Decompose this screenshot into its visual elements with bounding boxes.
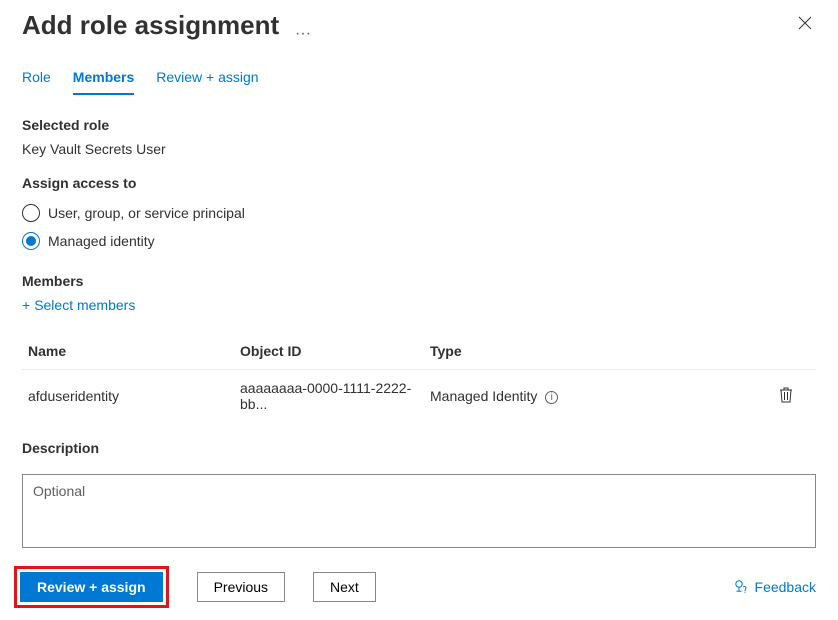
description-label: Description [22,440,816,456]
feedback-text: Feedback [755,579,816,595]
members-table-head: Name Object ID Type [22,313,816,370]
col-object-id: Object ID [240,343,430,359]
feedback-link[interactable]: Feedback [733,578,816,597]
plus-icon: + [22,297,30,313]
radio-icon [22,204,40,222]
next-button[interactable]: Next [313,572,376,602]
table-row: afduseridentity aaaaaaaa-0000-1111-2222-… [22,370,816,422]
review-assign-button[interactable]: Review + assign [20,572,163,602]
delete-icon[interactable] [779,387,793,406]
radio-mi-label: Managed identity [48,233,155,249]
col-type: Type [430,343,756,359]
col-name: Name [22,343,240,359]
tab-members[interactable]: Members [73,69,134,95]
radio-user-group[interactable]: User, group, or service principal [22,199,816,227]
tab-review[interactable]: Review + assign [156,69,258,95]
page-title: Add role assignment [22,10,279,40]
members-label: Members [22,273,816,289]
cell-type: Managed Identity [430,388,537,404]
tab-bar: Role Members Review + assign [0,41,838,95]
assign-access-label: Assign access to [22,175,816,191]
selected-role-value: Key Vault Secrets User [22,141,816,157]
footer: Review + assign Previous Next Feedback [0,554,838,620]
feedback-icon [733,578,749,597]
review-assign-highlight: Review + assign [14,566,169,608]
description-textarea[interactable] [22,474,816,548]
tab-role[interactable]: Role [22,69,51,95]
previous-button[interactable]: Previous [197,572,285,602]
radio-icon [22,232,40,250]
radio-user-label: User, group, or service principal [48,205,245,221]
select-members-text: Select members [34,297,135,313]
cell-object-id: aaaaaaaa-0000-1111-2222-bb... [240,380,430,412]
selected-role-label: Selected role [22,117,816,133]
close-icon[interactable] [794,12,816,39]
info-icon[interactable]: i [545,391,558,404]
select-members-link[interactable]: + Select members [22,297,816,313]
radio-managed-identity[interactable]: Managed identity [22,227,816,255]
more-icon[interactable]: ··· [295,25,311,42]
cell-name: afduseridentity [22,388,240,404]
